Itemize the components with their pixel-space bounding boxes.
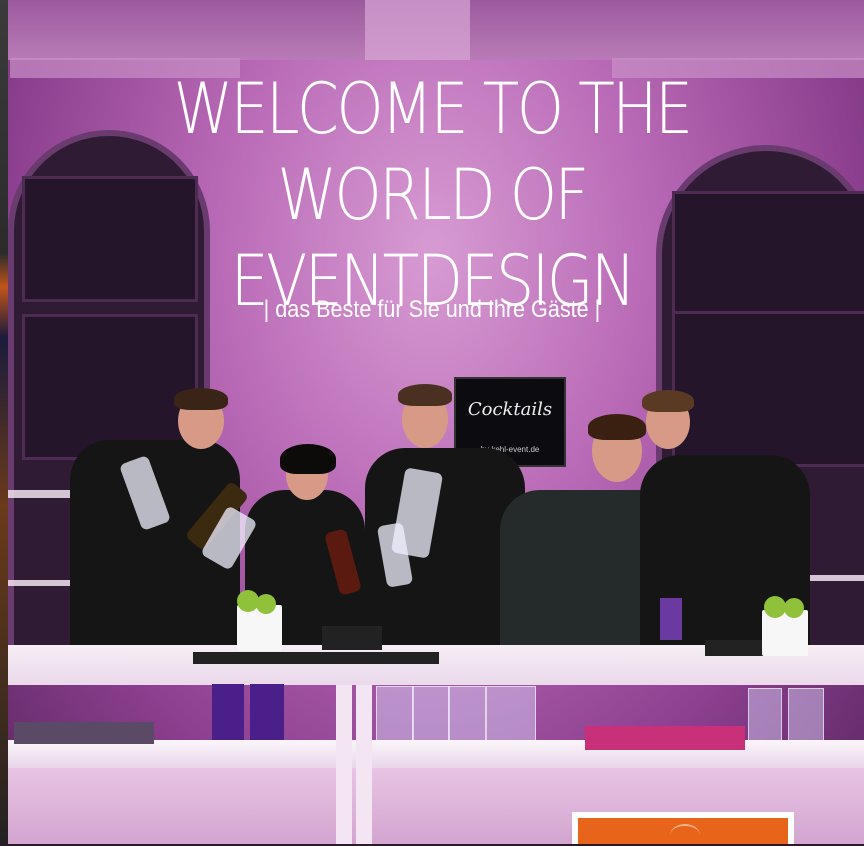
glass xyxy=(448,686,486,744)
lime xyxy=(764,596,786,618)
logo-swirl-icon xyxy=(670,824,700,846)
ceiling-light xyxy=(365,0,470,60)
lime xyxy=(784,598,804,618)
counter-leg xyxy=(356,685,372,844)
left-edge-strip xyxy=(0,0,8,844)
bar-tray xyxy=(705,640,765,656)
glass xyxy=(748,688,782,744)
napkin-stack xyxy=(322,626,382,650)
orange-logo-badge[interactable] xyxy=(572,812,794,844)
cup xyxy=(250,684,284,746)
cup xyxy=(660,598,682,640)
bar-mat xyxy=(193,652,439,664)
counter-leg xyxy=(336,685,352,844)
bartender-2-hair xyxy=(280,444,336,474)
glass xyxy=(376,686,414,744)
cup xyxy=(212,684,244,746)
hero-title: WELCOME TO THE WORLD OF EVENTDESIGN xyxy=(173,68,693,322)
glass xyxy=(412,686,450,744)
pink-bar-mat xyxy=(585,726,745,750)
lime xyxy=(256,594,276,614)
bartender-3-hair xyxy=(398,384,452,406)
hero-subtitle: | das Beste für Sie und Ihre Gäste | xyxy=(263,296,601,323)
glass xyxy=(486,686,536,744)
bar-tools xyxy=(14,722,154,744)
bartender-4-hair xyxy=(588,414,646,440)
bartender-1-hair xyxy=(174,388,228,410)
sign-logo-text: Cocktails xyxy=(467,399,553,420)
glass xyxy=(788,688,824,744)
bartender-5-hair xyxy=(642,390,694,412)
lime-bowl xyxy=(762,610,808,656)
